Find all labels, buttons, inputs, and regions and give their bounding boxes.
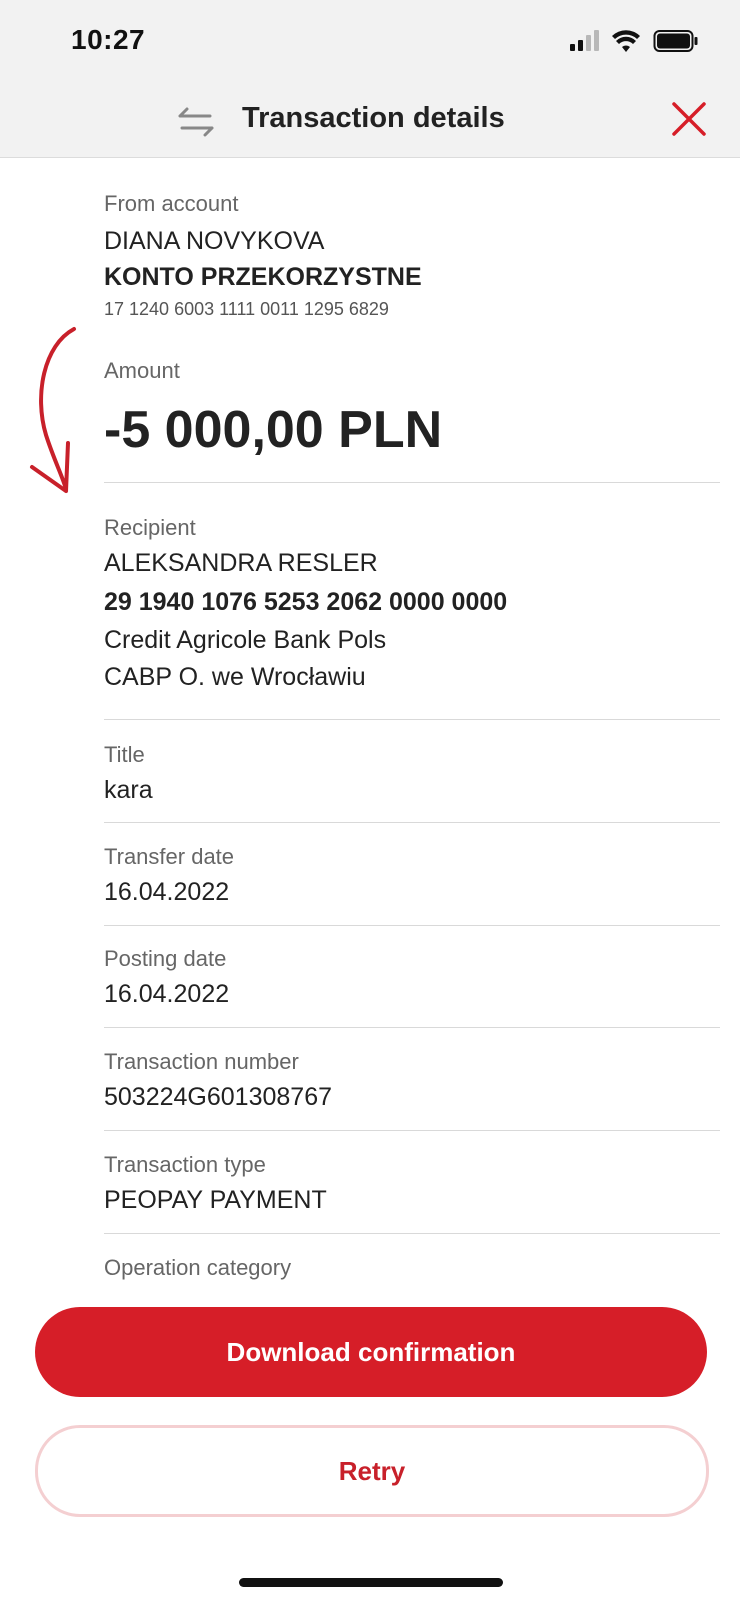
divider bbox=[104, 719, 720, 720]
page-title: Transaction details bbox=[242, 102, 505, 134]
from-account-type: KONTO PRZEKORZYSTNE bbox=[104, 263, 422, 291]
transaction-number-label: Transaction number bbox=[104, 1049, 299, 1074]
posting-date-value: 16.04.2022 bbox=[104, 980, 230, 1008]
divider bbox=[104, 1027, 720, 1028]
retry-button[interactable]: Retry bbox=[35, 1425, 709, 1517]
from-account-number: 17 1240 6003 1111 0011 1295 6829 bbox=[104, 299, 389, 319]
amount-value: -5 000,00 PLN bbox=[104, 401, 443, 459]
status-time: 10:27 bbox=[71, 24, 146, 55]
title-label: Title bbox=[104, 742, 145, 767]
recipient-name: ALEKSANDRA RESLER bbox=[104, 549, 378, 577]
recipient-bank-line1: Credit Agricole Bank Pols bbox=[104, 626, 387, 654]
signal-icon bbox=[570, 30, 599, 51]
transaction-type-value: PEOPAY PAYMENT bbox=[104, 1186, 327, 1214]
divider bbox=[104, 1233, 720, 1234]
status-icons bbox=[570, 28, 700, 56]
swap-arrows-icon bbox=[176, 106, 216, 143]
title-value: kara bbox=[104, 776, 153, 804]
divider bbox=[104, 925, 720, 926]
recipient-bank-line2: CABP O. we Wrocławiu bbox=[104, 663, 366, 691]
red-arrow-annotation-icon bbox=[26, 325, 86, 510]
from-account-label: From account bbox=[104, 191, 239, 216]
recipient-account-number: 29 1940 1076 5253 2062 0000 0000 bbox=[104, 588, 508, 616]
home-indicator[interactable] bbox=[239, 1578, 503, 1587]
transfer-date-value: 16.04.2022 bbox=[104, 878, 230, 906]
recipient-label: Recipient bbox=[104, 515, 196, 540]
posting-date-label: Posting date bbox=[104, 946, 227, 971]
header-title-row: Transaction details bbox=[0, 94, 740, 150]
divider bbox=[104, 482, 720, 483]
top-bar: 10:27 Transaction details bbox=[0, 0, 740, 158]
transfer-date-label: Transfer date bbox=[104, 844, 235, 869]
operation-category-label: Operation category bbox=[104, 1255, 292, 1280]
from-account-name: DIANA NOVYKOVA bbox=[104, 227, 325, 255]
transaction-type-label: Transaction type bbox=[104, 1152, 266, 1177]
download-confirmation-button[interactable]: Download confirmation bbox=[35, 1307, 707, 1397]
transaction-number-value: 503224G601308767 bbox=[104, 1083, 333, 1111]
close-icon[interactable] bbox=[670, 100, 708, 143]
wifi-icon bbox=[612, 30, 640, 52]
divider bbox=[104, 822, 720, 823]
divider bbox=[104, 1130, 720, 1131]
amount-label: Amount bbox=[104, 358, 180, 383]
battery-icon bbox=[653, 30, 698, 52]
